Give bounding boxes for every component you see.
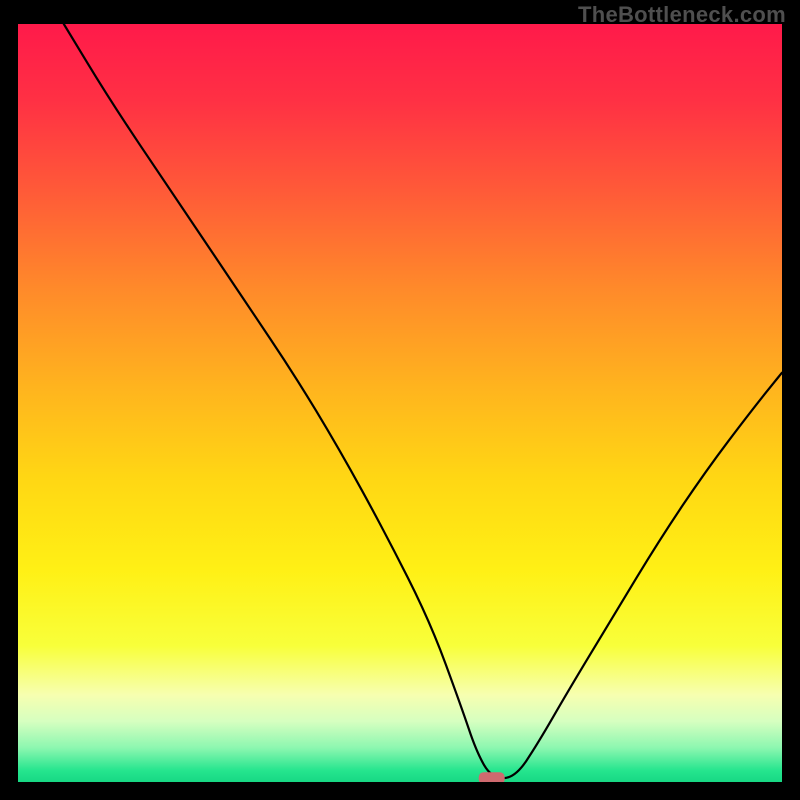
chart-frame: TheBottleneck.com: [0, 0, 800, 800]
gradient-background: [18, 24, 782, 782]
optimal-marker: [479, 772, 505, 782]
watermark-text: TheBottleneck.com: [578, 2, 786, 28]
chart-svg: [18, 24, 782, 782]
plot-area: [18, 24, 782, 782]
